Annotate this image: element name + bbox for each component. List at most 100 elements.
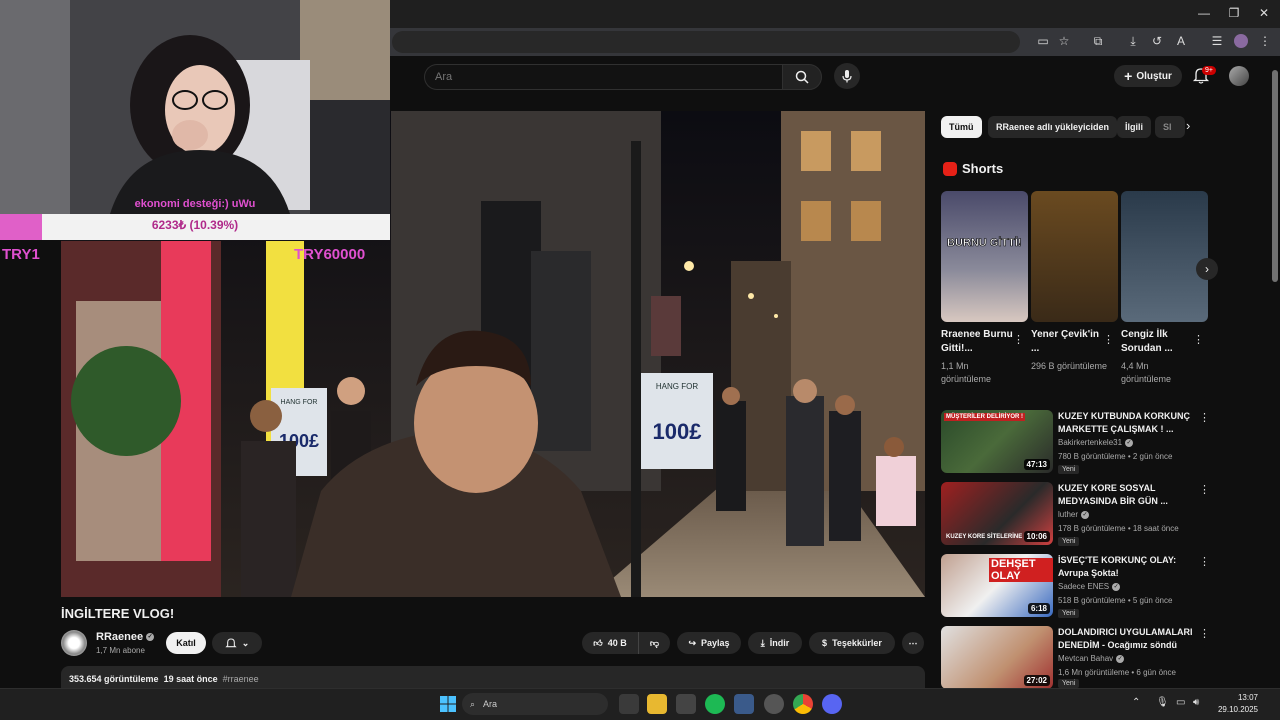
minimize-icon[interactable]: — (1197, 6, 1211, 20)
more-vertical-icon[interactable]: ⋮ (1199, 411, 1210, 424)
volume-icon[interactable]: 🔊︎ (1193, 697, 1199, 708)
address-bar[interactable] (392, 31, 1020, 53)
rec-channel-name: Mevtcan Bahav (1058, 654, 1114, 663)
rec-channel-3[interactable]: Sadece ENES ✓ (1058, 582, 1121, 591)
taskbar-search-label: Ara (483, 699, 498, 709)
rec-thumb-text: KUZEY KORE SİTELERİNE (946, 534, 1023, 540)
search-field[interactable] (424, 64, 782, 90)
rec-thumbnail-2[interactable]: KUZEY KORE SİTELERİNE 10:06 (941, 482, 1053, 545)
upload-date: 19 saat önce (163, 674, 218, 684)
chevron-right-icon[interactable]: › (1186, 118, 1190, 133)
chevron-up-icon[interactable]: ⌃ (1132, 697, 1140, 708)
bookmark-star-icon[interactable]: ☆ (1057, 34, 1071, 48)
new-badge: Yeni (1058, 465, 1080, 474)
chevron-down-icon: ⌄ (241, 637, 250, 648)
chip-partial[interactable]: Sl (1155, 116, 1185, 138)
rec-channel-name: Bakirkertenkele31 (1058, 438, 1123, 447)
rec-channel-1[interactable]: Bakirkertenkele31 ✓ (1058, 438, 1134, 447)
channel-name[interactable]: RRaenee ✓ (96, 631, 155, 643)
more-vertical-icon[interactable]: ⋮ (1199, 555, 1210, 568)
scrollbar-thumb[interactable] (1272, 70, 1278, 282)
voice-search-button[interactable] (834, 63, 860, 89)
thanks-button[interactable]: $ Teşekkürler (809, 632, 895, 654)
short-title-2[interactable]: Yener Çevik'in ... (1031, 328, 1103, 356)
history-icon[interactable]: ↺ (1150, 34, 1164, 48)
chip-related[interactable]: İlgili (1117, 116, 1151, 138)
profile-icon[interactable] (1234, 34, 1248, 48)
short-thumbnail-1[interactable]: BURNU GİTTİ! (941, 191, 1028, 322)
short-views-3: 4,4 Mn görüntüleme (1121, 361, 1172, 384)
channel-avatar[interactable] (61, 630, 87, 656)
like-button[interactable]: 👍︎ 40 B (582, 632, 638, 654)
maximize-icon[interactable]: ❐ (1227, 6, 1241, 20)
menu-kebab-icon[interactable]: ⋮ (1258, 34, 1272, 48)
translate-icon[interactable]: A (1174, 34, 1188, 48)
rec-thumbnail-3[interactable]: DEHŞET OLAY 6:18 (941, 554, 1053, 617)
streamer-webcam (0, 0, 390, 214)
microsoft-store-icon[interactable] (676, 694, 696, 714)
download-button[interactable]: ⤓ İndir (748, 632, 802, 654)
cast-icon[interactable]: ▭ (1036, 34, 1050, 48)
shorts-next-button[interactable]: › (1196, 258, 1218, 280)
short-title-3[interactable]: Cengiz İlk Sorudan ... (1121, 328, 1193, 356)
short-thumbnail-2[interactable] (1031, 191, 1118, 322)
close-icon[interactable]: ✕ (1257, 6, 1271, 20)
search-button[interactable] (782, 64, 822, 90)
task-view-icon[interactable] (619, 694, 639, 714)
rec-title-4[interactable]: DOLANDIRICI UYGULAMALARI DENEDİM - Ocağı… (1058, 626, 1196, 652)
more-vertical-icon[interactable]: ⋮ (1199, 483, 1210, 496)
like-count: 40 B (607, 638, 627, 648)
short-thumbnail-3[interactable] (1121, 191, 1208, 322)
chip-all[interactable]: Tümü (941, 116, 982, 138)
more-vertical-icon[interactable]: ⋮ (1193, 333, 1204, 346)
create-button[interactable]: + Oluştur (1114, 65, 1182, 87)
subscribe-notifications-button[interactable]: ⌄ (212, 632, 262, 654)
clock-time[interactable]: 13:07 (1220, 693, 1258, 702)
verified-icon: ✓ (146, 633, 155, 642)
join-button[interactable]: Katıl (166, 632, 206, 654)
dislike-button[interactable]: 👎︎ (638, 632, 670, 654)
more-actions-button[interactable]: ⋯ (902, 632, 924, 654)
rec-title-3[interactable]: İSVEÇ'TE KORKUNÇ OLAY: Avrupa Şokta! (1058, 554, 1196, 580)
rec-thumb-text: DEHŞET OLAY (989, 558, 1053, 582)
plus-icon: + (1124, 68, 1133, 84)
download-label: İndir (769, 638, 790, 648)
discord-icon[interactable] (822, 694, 842, 714)
app-icon[interactable] (734, 694, 754, 714)
spotify-icon[interactable] (705, 694, 725, 714)
more-vertical-icon[interactable]: ⋮ (1013, 333, 1024, 346)
microphone-icon[interactable]: 🎙︎ (1156, 697, 1169, 708)
windows-start-icon[interactable] (440, 696, 456, 712)
more-vertical-icon[interactable]: ⋮ (1199, 627, 1210, 640)
extensions-icon[interactable]: ⧉ (1091, 34, 1105, 48)
download-icon[interactable]: ⤓ (1126, 34, 1140, 48)
rec-title-1[interactable]: KUZEY KUTBUNDA KORKUNÇ MARKETTE ÇALIŞMAK… (1058, 410, 1196, 436)
rec-title-2[interactable]: KUZEY KORE SOSYAL MEDYASINDA BİR GÜN ... (1058, 482, 1196, 508)
search-input[interactable] (425, 65, 782, 89)
tab-search-icon[interactable]: ☰ (1210, 34, 1224, 48)
file-explorer-icon[interactable] (647, 694, 667, 714)
new-badge: Yeni (1058, 609, 1080, 618)
account-avatar[interactable] (1229, 66, 1249, 86)
taskbar-search[interactable]: ⌕ Ara (462, 693, 608, 715)
chip-uploader[interactable]: RRaenee adlı yükleyiciden (988, 116, 1118, 138)
network-icon[interactable]: ▭ (1176, 697, 1185, 708)
short-title-1[interactable]: Rraenee Burnu Gitti!... (941, 328, 1013, 356)
rec-meta-4: 1,6 Mn görüntüleme • 6 gün önce (1058, 668, 1176, 677)
steam-icon[interactable] (764, 694, 784, 714)
rec-thumbnail-1[interactable]: MÜŞTERİLER DELİRİYOR ! 47:13 (941, 410, 1053, 473)
rec-channel-4[interactable]: Mevtcan Bahav ✓ (1058, 654, 1125, 663)
share-button[interactable]: ↪ Paylaş (677, 632, 741, 654)
more-horizontal-icon: ⋯ (908, 637, 918, 648)
rec-thumbnail-4[interactable]: 27:02 (941, 626, 1053, 689)
description-box[interactable]: 353.654 görüntüleme 19 saat önce #rraene… (61, 666, 925, 690)
clock-date[interactable]: 29.10.2025 (1210, 705, 1258, 714)
shorts-icon (943, 162, 957, 176)
chrome-icon[interactable] (793, 694, 813, 714)
video-duration: 47:13 (1023, 459, 1050, 470)
hashtag[interactable]: #rraenee (223, 674, 259, 684)
view-count: 353.654 görüntüleme (69, 674, 159, 684)
new-badge: Yeni (1058, 679, 1080, 688)
more-vertical-icon[interactable]: ⋮ (1103, 333, 1114, 346)
rec-channel-2[interactable]: luther ✓ (1058, 510, 1090, 519)
